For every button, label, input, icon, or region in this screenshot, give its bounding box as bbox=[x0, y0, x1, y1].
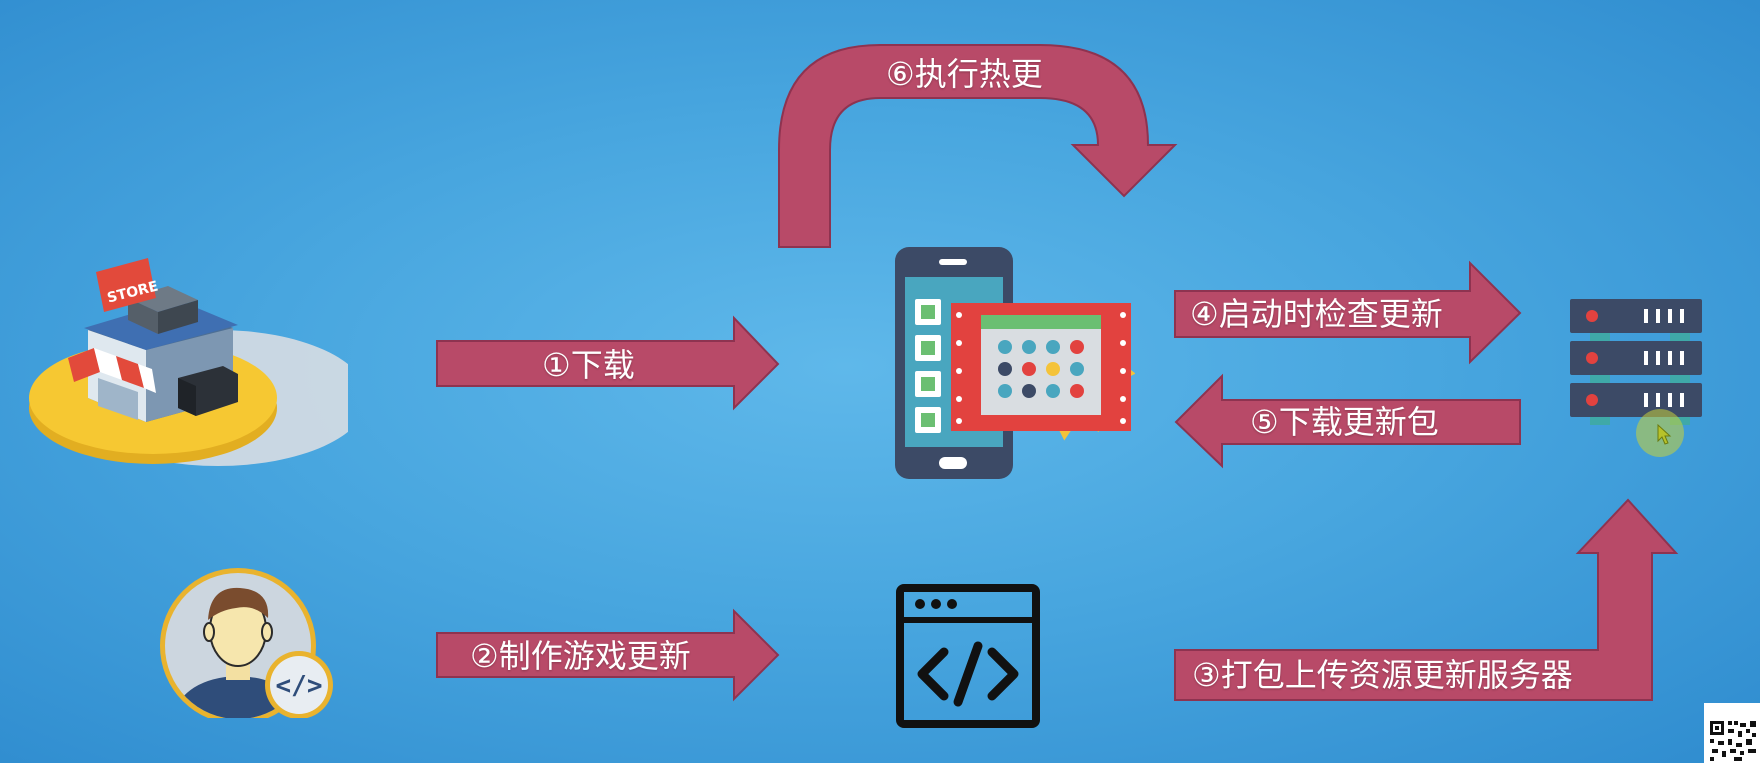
developer-icon: </> bbox=[160, 568, 333, 718]
label-execute-hotfix: ⑥执行热更 bbox=[886, 55, 1043, 93]
qr-code-icon bbox=[1704, 703, 1760, 763]
label-pack-upload: ③打包上传资源更新服务器 bbox=[1192, 656, 1573, 694]
label-download-patch: ⑤下载更新包 bbox=[1250, 403, 1439, 441]
server-icon bbox=[1570, 299, 1702, 457]
store-icon: STORE bbox=[29, 258, 348, 466]
code-window-icon bbox=[896, 584, 1040, 728]
label-check-update: ④启动时检查更新 bbox=[1190, 295, 1443, 333]
label-download: ①下载 bbox=[542, 346, 635, 384]
label-make-update: ②制作游戏更新 bbox=[470, 637, 691, 675]
phone-app-icon bbox=[895, 247, 1135, 479]
dev-code-glyph: </> bbox=[276, 671, 323, 701]
